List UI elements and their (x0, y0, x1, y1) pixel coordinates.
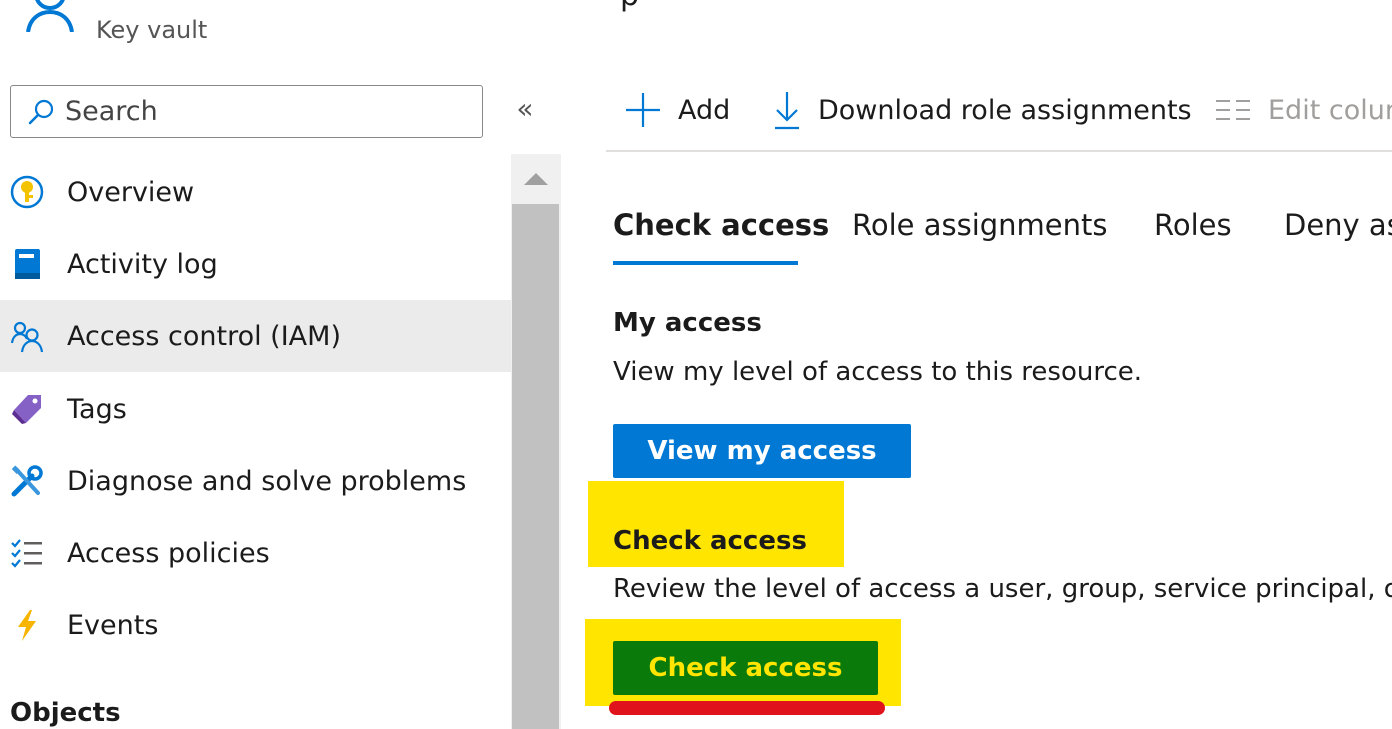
add-label: Add (678, 94, 731, 126)
check-access-button[interactable]: Check access (613, 641, 878, 695)
people-icon (10, 319, 44, 353)
add-button[interactable]: Add (624, 88, 730, 132)
download-icon (775, 92, 799, 130)
key-circle-icon (10, 175, 44, 209)
download-label: Download role assignments (818, 94, 1192, 126)
sidebar-item-label: Diagnose and solve problems (67, 465, 467, 497)
sidebar-item-diagnose[interactable]: Diagnose and solve problems (0, 445, 511, 517)
search-icon (28, 99, 54, 124)
scroll-up-arrow-icon[interactable] (511, 154, 561, 204)
tag-icon (10, 392, 44, 426)
download-role-assignments-button[interactable]: Download role assignments (772, 88, 1192, 132)
collapse-sidebar-button[interactable]: « (513, 92, 537, 125)
search-input[interactable]: Search (10, 85, 483, 138)
checklist-icon (10, 536, 44, 570)
sidebar-item-access-control[interactable]: Access control (IAM) (0, 300, 511, 372)
edit-columns-label: Edit colun (1268, 94, 1392, 126)
check-access-description: Review the level of access a user, group… (613, 574, 1392, 604)
active-tab-indicator (613, 261, 798, 265)
plus-icon (626, 93, 660, 127)
search-placeholder: Search (65, 96, 158, 127)
my-access-description: View my level of access to this resource… (613, 357, 1143, 387)
user-icon (22, 0, 78, 33)
toolbar-divider (606, 150, 1392, 152)
tab-check-access[interactable]: Check access (613, 208, 829, 242)
sidebar-item-label: Access policies (67, 537, 270, 569)
resource-type-label: Key vault (96, 16, 208, 44)
sidebar-item-label: Activity log (67, 248, 218, 280)
wrench-icon (10, 464, 44, 498)
tab-role-assignments[interactable]: Role assignments (852, 208, 1108, 242)
sidebar-item-label: Events (67, 609, 159, 641)
page-title: p (620, 0, 639, 13)
my-access-heading: My access (613, 308, 762, 338)
log-book-icon (10, 247, 44, 281)
sidebar-item-activity-log[interactable]: Activity log (0, 228, 511, 300)
red-underline-annotation (609, 701, 885, 715)
sidebar-item-access-policies[interactable]: Access policies (0, 517, 511, 589)
lightning-icon (10, 608, 44, 642)
sidebar-item-label: Tags (67, 393, 127, 425)
sidebar-item-events[interactable]: Events (0, 589, 511, 661)
section-heading-objects: Objects (10, 698, 121, 728)
sidebar-item-label: Access control (IAM) (67, 320, 341, 352)
sidebar-scrollbar[interactable] (511, 154, 561, 729)
sidebar-item-tags[interactable]: Tags (0, 373, 511, 445)
sidebar-item-overview[interactable]: Overview (0, 156, 511, 228)
tab-roles[interactable]: Roles (1154, 208, 1232, 242)
columns-icon (1216, 100, 1250, 120)
check-access-heading: Check access (613, 526, 807, 556)
sidebar-item-label: Overview (67, 176, 195, 208)
tab-deny-assignments[interactable]: Deny as (1284, 208, 1392, 242)
view-my-access-button[interactable]: View my access (613, 424, 911, 478)
scrollbar-thumb[interactable] (512, 204, 559, 729)
edit-columns-button[interactable]: Edit colun (1214, 88, 1392, 132)
